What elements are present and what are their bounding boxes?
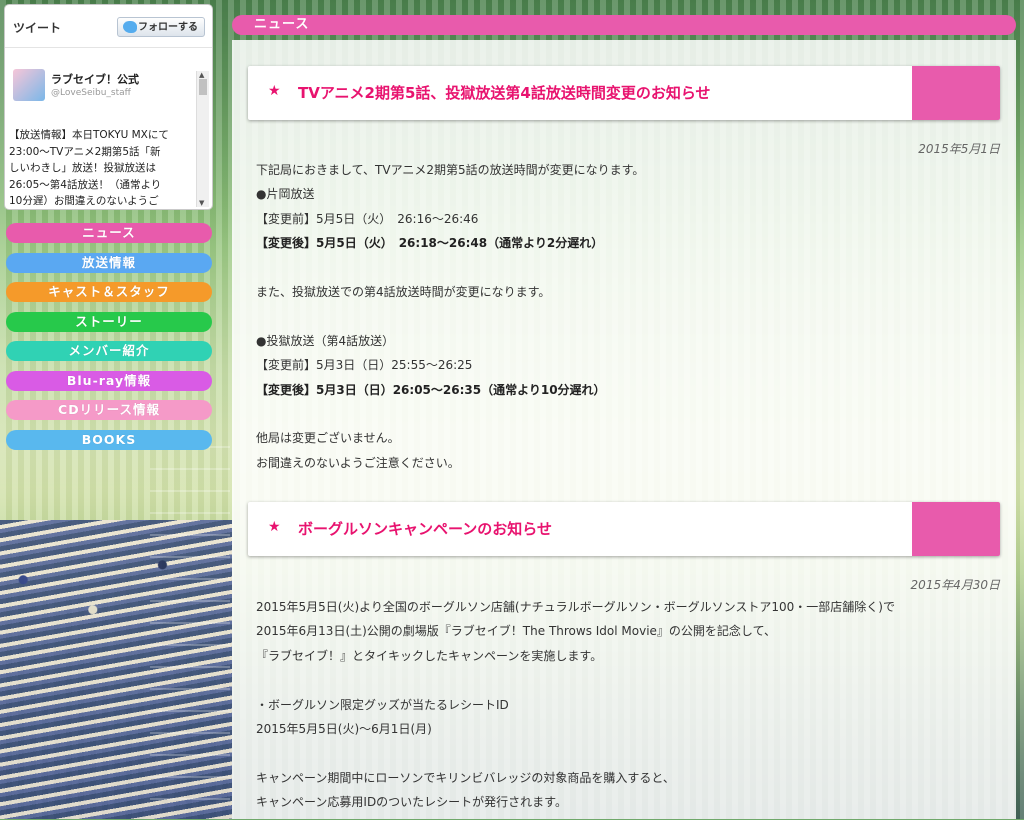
follow-button[interactable]: フォローする [117,17,205,37]
account-avatar[interactable] [13,69,45,101]
nav-item-story[interactable]: ストーリー [6,311,212,332]
article-line: キャンペーン応募用IDのついたレシートが発行されます。 [256,795,567,810]
twitter-widget-header: ツイート フォローする [5,5,212,48]
article-line [256,256,996,280]
account-name[interactable]: ラブセイブ！公式 [51,71,139,87]
article-line: 【変更後】5月3日（日）26:05～26:35（通常より10分遅れ） [256,382,606,397]
article-line: お間違えのないようご注意ください。 [256,455,460,470]
article-date: 2015年4月30日 [910,578,1000,592]
nav-item-news[interactable]: ニュース [6,223,212,243]
article-line [256,304,996,328]
nav-item-cast-staff[interactable]: キャスト＆スタッフ [6,282,212,302]
nav-item-cd[interactable]: CDリリース情報 [6,400,212,420]
article-line: 下記局におきまして、TVアニメ2期第5話の放送時間が変更になります。 [256,163,645,177]
tweet-scrollbar[interactable]: ▲ ▼ [196,71,209,207]
article-body: 下記局におきまして、TVアニメ2期第5話の放送時間が変更になります。 ●片岡放送【… [256,158,996,475]
sidebar-nav: ニュース 放送情報 キャスト＆スタッフ ストーリー メンバー紹介 Blu-ray… [6,223,212,459]
nav-item-books[interactable]: BOOKS [6,429,212,450]
article-line: 2015年5月5日(火)～6月1日(月) [256,722,432,737]
article-line: 『ラブセイブ！』とタイキックしたキャンペーンを実施します。 [256,648,603,663]
star-icon: ★ [268,519,281,535]
article-line: 【変更前】5月3日（日）25:55～26:25 [256,358,473,373]
tweet-line: 10分遅）お間違えのないようご [9,195,159,205]
tweet-list[interactable]: ラブセイブ！公式 @LoveSeibu_staff 【放送情報】本日TOKYU … [5,55,199,205]
article-body: 2015年5月5日(火)より全国のボーグルソン店舗(ナチュラルボーグルソン・ボー… [256,595,996,815]
title-accent-tab [912,66,1000,120]
tweet-line: 【放送情報】本日TOKYU MXにて [9,129,169,141]
article-date: 2015年5月1日 [918,142,1000,156]
nav-item-onair[interactable]: 放送情報 [6,252,212,273]
article-line: ・ボーグルソン限定グッズが当たるレシートID [256,697,509,712]
field-lines [150,440,230,820]
nav-item-bluray[interactable]: Blu-ray情報 [6,370,212,391]
title-accent-tab [912,502,1000,556]
article-line: 他局は変更ございません。 [256,431,400,446]
article-title[interactable]: TVアニメ2期第5話、投獄放送第4話放送時間変更のお知らせ [298,82,711,103]
scroll-thumb[interactable] [199,79,207,95]
article-line: ●投獄放送（第4話放送） [256,333,395,348]
article-title-box[interactable]: ★ TVアニメ2期第5話、投獄放送第4話放送時間変更のお知らせ [248,66,1000,120]
article-line: ●片岡放送 [256,187,315,202]
news-content: ★ TVアニメ2期第5話、投獄放送第4話放送時間変更のお知らせ 2015年5月1… [232,40,1016,819]
tweet-line: しいわきし」放送！投獄放送は [9,162,156,174]
article-title-box[interactable]: ★ ボーグルソンキャンペーンのお知らせ [248,502,1000,556]
article-line: 2015年5月5日(火)より全国のボーグルソン店舗(ナチュラルボーグルソン・ボー… [256,600,895,614]
tweet-line: 26:05～第4話放送！（通常より [9,178,162,191]
tweet-line: 23:00～TVアニメ2期第5話「新 [9,145,161,158]
news-section-header: ニュース [232,15,1016,35]
follow-button-label: フォローする [138,22,198,33]
article-line: 2015年6月13日(土)公開の劇場版『ラブセイブ！The Throws Ido… [256,624,776,639]
article-line [256,668,996,692]
star-icon: ★ [268,83,281,99]
article-line: キャンペーン期間中にローソンでキリンビバレッジの対象商品を購入すると、 [256,770,675,785]
scroll-up-icon[interactable]: ▲ [199,71,204,79]
article-line: 【変更前】5月5日（火） 26:16～26:46 [256,211,479,226]
tweet-text: 【放送情報】本日TOKYU MXにて 23:00～TVアニメ2期第5話「新 しい… [9,127,199,205]
scroll-down-icon[interactable]: ▼ [199,199,204,207]
twitter-bird-icon [123,21,137,33]
twitter-timeline-widget: ツイート フォローする ラブセイブ！公式 @LoveSeibu_staff 【放… [4,4,213,210]
account-handle[interactable]: @LoveSeibu_staff [51,88,131,98]
nav-item-members[interactable]: メンバー紹介 [6,341,212,361]
article-line: また、投獄放送での第4話放送時間が変更になります。 [256,285,551,300]
article-line [256,741,996,765]
article-line: 【変更後】5月5日（火） 26:18～26:48（通常より2分遅れ） [256,236,604,251]
twitter-widget-title: ツイート [13,21,62,35]
article-title[interactable]: ボーグルソンキャンペーンのお知らせ [298,518,552,539]
article-line [256,402,996,426]
